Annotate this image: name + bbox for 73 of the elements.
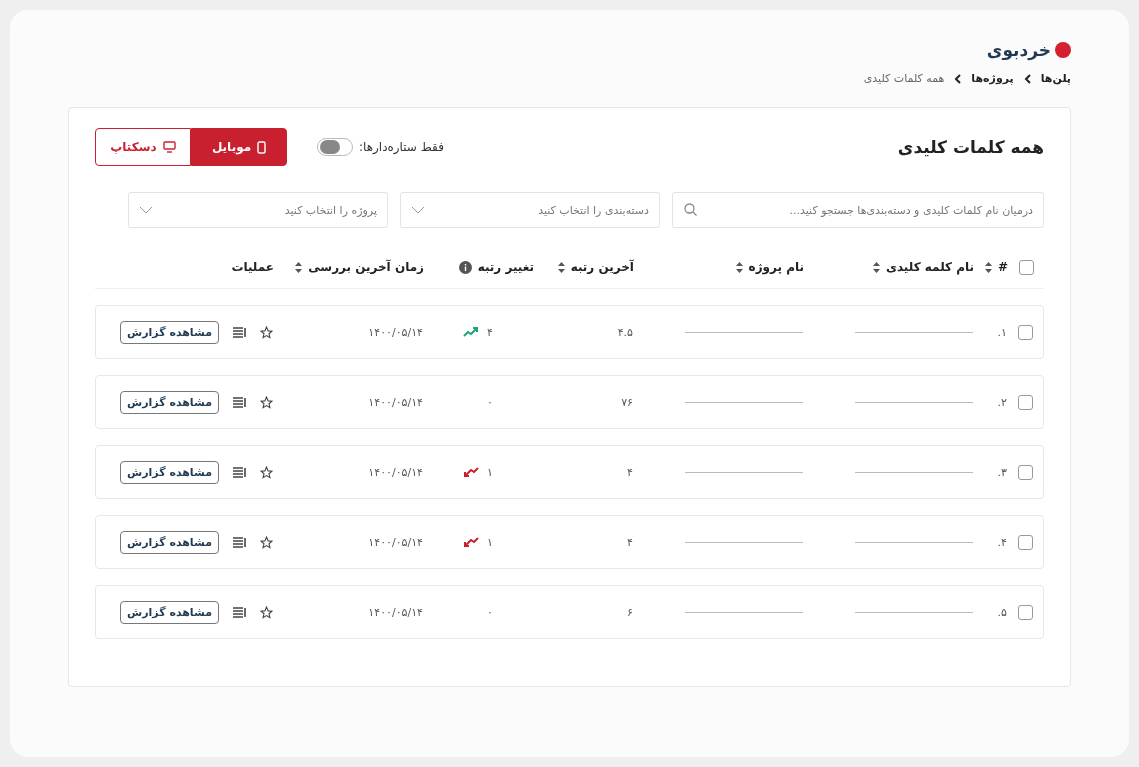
last-rank: ۶ [626, 605, 633, 619]
column-header[interactable]: نام کلمه کلیدی [885, 260, 974, 274]
checkbox[interactable] [1019, 259, 1034, 275]
star-icon[interactable] [260, 605, 273, 619]
breadcrumb-item[interactable]: پروژه‌ها [971, 72, 1014, 85]
star-icon[interactable] [260, 395, 273, 409]
chevron-left-icon [1023, 73, 1031, 84]
check-date: ۱۴۰۰/۰۵/۱۴ [367, 325, 423, 339]
phone-icon [257, 140, 267, 154]
search-field[interactable]: درمیان نام کلمات کلیدی و دسته‌بندی‌ها جستجو کنید... [672, 192, 1044, 228]
report-button[interactable]: مشاهده گزارش [120, 320, 219, 344]
row-index: ۵. [996, 605, 1007, 619]
column-header[interactable]: نام پروژه [748, 260, 804, 274]
report-button[interactable]: مشاهده گزارش [120, 390, 219, 414]
device-tab[interactable]: دسکتاپ [95, 128, 191, 166]
check-date: ۱۴۰۰/۰۵/۱۴ [367, 465, 423, 479]
list-icon[interactable] [233, 606, 246, 618]
checkbox[interactable] [1018, 464, 1033, 480]
logo: خردبوی [986, 40, 1051, 60]
star-icon[interactable] [260, 325, 273, 339]
checkbox[interactable] [1018, 604, 1033, 620]
sort-icon[interactable] [872, 261, 880, 273]
row-index: ۴. [996, 535, 1007, 549]
report-button[interactable]: مشاهده گزارش [120, 600, 219, 624]
rank-change: ۰ [487, 395, 493, 409]
filter-label: فقط ستاره‌دارها: [359, 140, 444, 154]
last-rank: ۷۶ [620, 395, 633, 409]
rank-change: ۱ [487, 535, 493, 549]
column-header[interactable]: زمان آخرین بررسی [308, 260, 424, 274]
report-button[interactable]: مشاهده گزارش [120, 530, 219, 554]
check-date: ۱۴۰۰/۰۵/۱۴ [367, 535, 423, 549]
sort-icon[interactable] [295, 261, 303, 273]
sort-icon[interactable] [984, 261, 992, 273]
breadcrumb-item[interactable]: پلن‌ها [1040, 72, 1071, 85]
checkbox[interactable] [1018, 324, 1033, 340]
check-date: ۱۴۰۰/۰۵/۱۴ [367, 395, 423, 409]
row-index: ۲. [996, 395, 1007, 409]
row-index: ۱. [996, 325, 1007, 339]
column-header[interactable]: # [997, 260, 1008, 274]
list-icon[interactable] [233, 396, 246, 408]
monitor-icon [162, 141, 176, 153]
rank-change: ۱ [487, 465, 493, 479]
logo-icon [1055, 42, 1071, 58]
device-tab[interactable]: موبایل [191, 128, 287, 166]
toggle-switch[interactable] [317, 138, 353, 156]
select-field[interactable]: دسته‌بندی را انتخاب کنید [400, 192, 660, 228]
report-button[interactable]: مشاهده گزارش [120, 460, 219, 484]
row-index: ۳. [996, 465, 1007, 479]
chevron-down-icon [411, 206, 425, 214]
list-icon[interactable] [233, 466, 246, 478]
column-header: تغییر رتبه [477, 260, 534, 274]
list-icon[interactable] [233, 536, 246, 548]
column-header: عملیات [231, 260, 274, 274]
search-icon [684, 203, 697, 216]
chevron-left-icon [954, 73, 962, 84]
breadcrumb-item: همه کلمات کلیدی [863, 72, 945, 85]
checkbox[interactable] [1018, 534, 1033, 550]
chevron-down-icon [139, 206, 153, 214]
sort-icon[interactable] [557, 261, 565, 273]
checkbox[interactable] [1018, 394, 1033, 410]
check-date: ۱۴۰۰/۰۵/۱۴ [367, 605, 423, 619]
last-rank: ۴ [626, 465, 633, 479]
star-icon[interactable] [260, 465, 273, 479]
sort-icon[interactable] [735, 261, 743, 273]
page-title: همه کلمات کلیدی [897, 137, 1044, 157]
select-field[interactable]: پروژه را انتخاب کنید [128, 192, 388, 228]
rank-change: ۴ [487, 325, 493, 339]
column-header[interactable]: آخرین رتبه [570, 260, 634, 274]
last-rank: ۴.۵ [616, 325, 633, 339]
rank-change: ۰ [487, 605, 493, 619]
list-icon[interactable] [233, 326, 246, 338]
last-rank: ۴ [626, 535, 633, 549]
star-icon[interactable] [260, 535, 273, 549]
